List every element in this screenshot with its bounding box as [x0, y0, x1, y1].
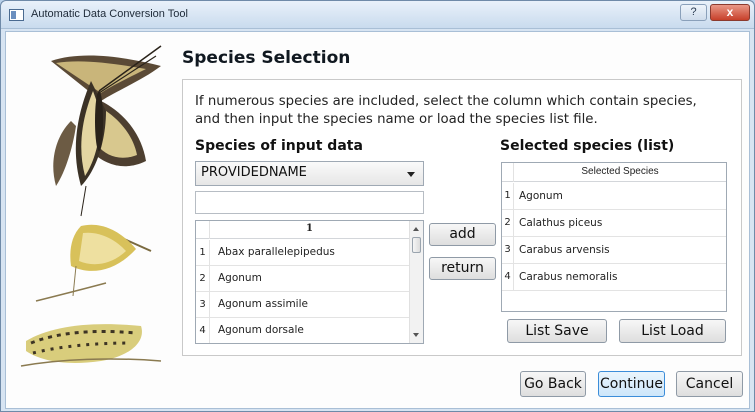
close-button[interactable]: x: [710, 4, 750, 21]
caterpillar-icon: [20, 324, 162, 367]
input-species-label: Species of input data: [195, 138, 363, 154]
table-row[interactable]: 3 Agonum assimile: [196, 292, 409, 318]
window-title: Automatic Data Conversion Tool: [31, 8, 188, 20]
page-title: Species Selection: [182, 48, 351, 68]
instructions-text: If numerous species are included, select…: [195, 94, 697, 127]
grid-corner: [502, 163, 514, 182]
row-number: 2: [196, 266, 210, 291]
species-cell[interactable]: Agonum: [519, 183, 563, 209]
app-window-icon: [9, 9, 24, 21]
species-column-select[interactable]: PROVIDEDNAME: [195, 161, 424, 186]
scrollbar-thumb[interactable]: [412, 237, 421, 253]
species-cell[interactable]: Abax parallelepipedus: [218, 240, 335, 265]
app-window: Automatic Data Conversion Tool ? x Speci…: [0, 0, 755, 412]
grid-column-header[interactable]: Selected Species: [514, 166, 726, 177]
table-row[interactable]: 1 Abax parallelepipedus: [196, 240, 409, 266]
selected-species-label: Selected species (list): [500, 138, 675, 154]
table-row[interactable]: 1 Agonum: [502, 183, 726, 210]
species-cell[interactable]: Agonum dorsale: [218, 318, 304, 343]
species-cell[interactable]: Carabus arvensis: [519, 237, 610, 263]
return-button[interactable]: return: [429, 257, 496, 280]
table-row[interactable]: 2 Agonum: [196, 266, 409, 292]
go-back-button[interactable]: Go Back: [520, 371, 586, 397]
species-column-value: PROVIDEDNAME: [201, 165, 307, 180]
species-cell[interactable]: Agonum assimile: [218, 292, 308, 317]
grid-scrollbar[interactable]: [409, 221, 423, 343]
cancel-button[interactable]: Cancel: [676, 371, 743, 397]
row-number: 4: [502, 264, 514, 290]
row-number: 4: [196, 318, 210, 343]
row-number: 1: [502, 183, 514, 209]
table-row[interactable]: 4 Carabus nemoralis: [502, 264, 726, 291]
input-species-grid[interactable]: 1 1 Abax parallelepipedus 2 Agonum 3 Ago…: [195, 220, 424, 344]
list-load-button[interactable]: List Load: [619, 319, 726, 343]
chevron-down-icon: [407, 172, 415, 177]
species-cell[interactable]: Calathus piceus: [519, 210, 602, 236]
row-number: 1: [196, 240, 210, 265]
grid-header: 1: [196, 221, 409, 239]
grid-corner: [196, 221, 210, 239]
scroll-down-arrow-icon[interactable]: [413, 333, 419, 337]
row-number: 3: [196, 292, 210, 317]
species-cell[interactable]: Carabus nemoralis: [519, 264, 617, 290]
table-row[interactable]: 4 Agonum dorsale: [196, 318, 409, 343]
row-number: 2: [502, 210, 514, 236]
grid-column-header[interactable]: 1: [210, 223, 409, 234]
grid-header: Selected Species: [502, 163, 726, 182]
help-button[interactable]: ?: [680, 4, 707, 21]
chrysalis-icon: [35, 224, 152, 302]
scroll-up-arrow-icon[interactable]: [413, 227, 419, 231]
add-button[interactable]: add: [429, 223, 496, 246]
butterfly-lifecycle-illustration: [20, 45, 162, 367]
table-row[interactable]: 2 Calathus piceus: [502, 210, 726, 237]
species-search-input[interactable]: [195, 191, 424, 214]
selected-species-grid[interactable]: Selected Species 1 Agonum 2 Calathus pic…: [501, 162, 727, 312]
row-number: 3: [502, 237, 514, 263]
table-row[interactable]: 3 Carabus arvensis: [502, 237, 726, 264]
list-save-button[interactable]: List Save: [507, 319, 607, 343]
continue-button[interactable]: Continue: [598, 371, 665, 397]
species-cell[interactable]: Agonum: [218, 266, 262, 291]
butterfly-icon: [51, 45, 162, 217]
